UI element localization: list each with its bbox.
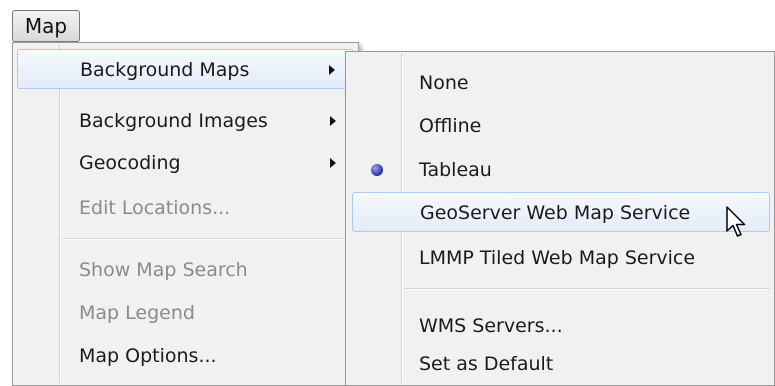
menu-item-map-options[interactable]: Map Options... [17, 336, 354, 376]
map-menu-label: Map [24, 14, 68, 38]
map-menu-button[interactable]: Map [12, 10, 80, 42]
menu-separator [405, 288, 770, 290]
menu-item-label: Background Images [79, 110, 268, 132]
menu-item-label: Edit Locations... [79, 197, 231, 219]
menu-separator [63, 238, 354, 240]
submenu-item-lmmp-tiled-wms[interactable]: LMMP Tiled Web Map Service [352, 238, 770, 278]
submenu-arrow-icon [329, 65, 335, 75]
menu-item-label: LMMP Tiled Web Map Service [419, 247, 696, 269]
submenu-item-geoserver-wms[interactable]: GeoServer Web Map Service [352, 192, 770, 232]
submenu-item-none[interactable]: None [352, 63, 770, 103]
radio-selected-icon [371, 164, 383, 176]
map-dropdown-menu: Background Maps Background Images Geocod… [12, 42, 359, 386]
menu-item-map-legend[interactable]: Map Legend [17, 293, 354, 333]
menu-item-label: Background Maps [80, 59, 250, 81]
background-maps-submenu: None Offline Tableau GeoServer Web Map S… [345, 51, 775, 386]
menu-item-background-maps[interactable]: Background Maps [17, 49, 354, 89]
menu-item-label: Map Legend [79, 302, 195, 324]
menu-item-label: Map Options... [79, 345, 217, 367]
menu-item-label: None [419, 72, 469, 94]
menu-item-background-images[interactable]: Background Images [17, 101, 354, 141]
submenu-item-offline[interactable]: Offline [352, 106, 770, 146]
mouse-pointer-icon [726, 206, 746, 237]
submenu-item-tableau[interactable]: Tableau [352, 150, 770, 190]
menu-item-label: Show Map Search [79, 259, 248, 281]
menu-item-geocoding[interactable]: Geocoding [17, 143, 354, 183]
menu-item-edit-locations[interactable]: Edit Locations... [17, 188, 354, 228]
menu-item-label: GeoServer Web Map Service [420, 202, 691, 224]
menu-item-show-map-search[interactable]: Show Map Search [17, 250, 354, 290]
submenu-arrow-icon [330, 116, 336, 126]
menu-item-label: Geocoding [79, 152, 181, 174]
menu-item-label: Set as Default [419, 353, 554, 375]
submenu-arrow-icon [330, 158, 336, 168]
menu-item-label: Offline [419, 115, 482, 137]
menu-item-label: WMS Servers... [419, 315, 563, 337]
submenu-item-set-as-default[interactable]: Set as Default [352, 344, 770, 384]
menu-item-label: Tableau [419, 159, 492, 181]
submenu-item-wms-servers[interactable]: WMS Servers... [352, 306, 770, 346]
